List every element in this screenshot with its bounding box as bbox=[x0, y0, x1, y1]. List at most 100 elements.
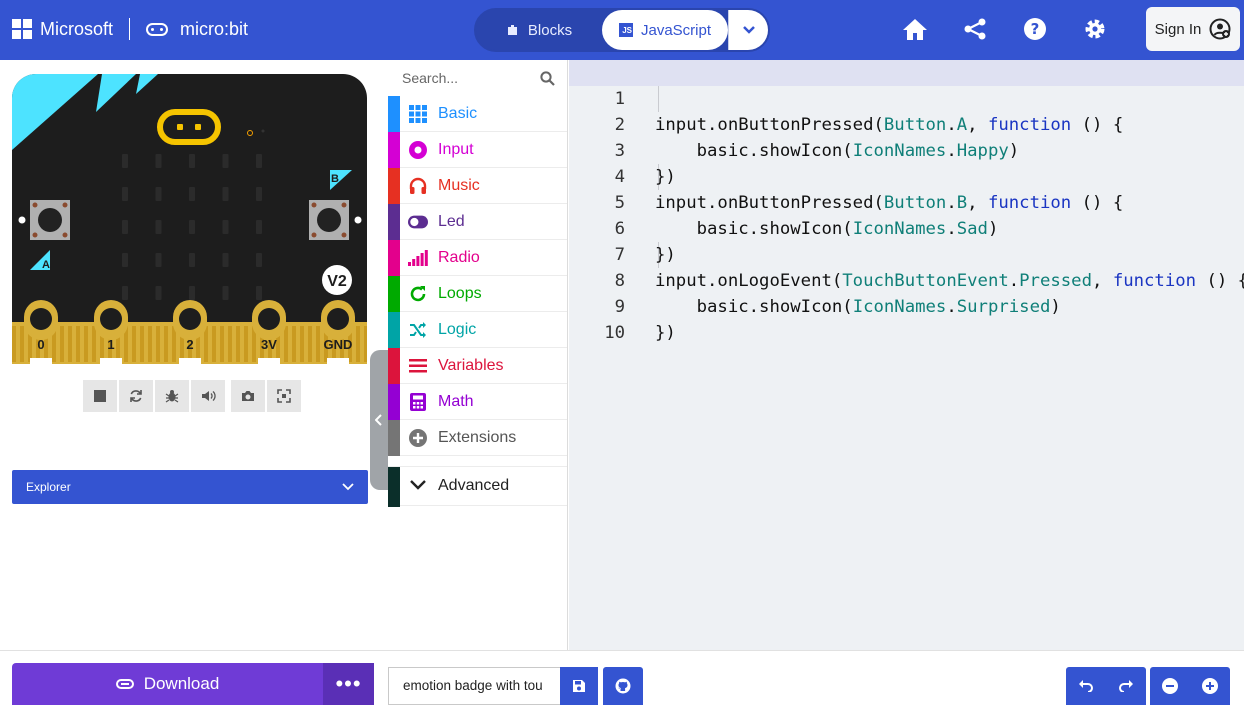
microbit-logo-icon bbox=[146, 22, 169, 36]
brand[interactable]: Microsoft micro:bit bbox=[12, 18, 248, 40]
loop-icon bbox=[408, 284, 428, 304]
debug-button[interactable] bbox=[155, 380, 189, 412]
category-basic[interactable]: Basic bbox=[388, 96, 567, 132]
code-text: }) bbox=[655, 323, 676, 343]
led-pixel bbox=[256, 187, 262, 201]
editor-mode-toggle: Blocks JS JavaScript bbox=[474, 8, 770, 52]
pin-pad[interactable] bbox=[252, 300, 286, 340]
share-button[interactable] bbox=[960, 14, 990, 44]
save-button[interactable] bbox=[560, 667, 598, 705]
download-options-button[interactable]: ••• bbox=[323, 663, 374, 705]
led-pixel bbox=[189, 220, 195, 234]
code-line[interactable]: 6 }) bbox=[569, 190, 1244, 265]
blocks-mode-button[interactable]: Blocks bbox=[476, 10, 602, 50]
led-pixel bbox=[155, 286, 162, 300]
header-actions: ? bbox=[900, 14, 1110, 44]
code-line[interactable]: 5 basic.showIcon(IconNames.Sad) bbox=[569, 164, 1244, 239]
code-line[interactable]: 4 input.onButtonPressed(Button.B, functi… bbox=[569, 138, 1244, 213]
code-line[interactable]: 2 basic.showIcon(IconNames.Happy) bbox=[569, 86, 1244, 161]
settings-button[interactable] bbox=[1080, 14, 1110, 44]
download-button[interactable]: Download bbox=[12, 663, 323, 705]
category-label: Led bbox=[438, 212, 465, 230]
chevron-left-icon bbox=[375, 414, 382, 426]
save-icon bbox=[573, 680, 585, 692]
code-line[interactable]: 9 }) bbox=[569, 268, 1244, 343]
pin-pad[interactable] bbox=[173, 300, 207, 340]
category-logic[interactable]: Logic bbox=[388, 312, 567, 348]
usb-link-icon bbox=[115, 679, 134, 689]
top-bar: Microsoft micro:bit Blocks JS JavaScript… bbox=[0, 0, 1244, 60]
pin-pad[interactable] bbox=[94, 300, 128, 340]
product-name: micro:bit bbox=[180, 18, 249, 39]
bottom-bar: Download ••• emotion badge with tou bbox=[0, 650, 1244, 705]
category-color-bar bbox=[388, 467, 400, 507]
javascript-icon: JS bbox=[618, 23, 633, 37]
led-pixel bbox=[189, 154, 195, 168]
collapse-simulator-button[interactable] bbox=[370, 350, 388, 490]
zoom-out-icon[interactable] bbox=[1162, 678, 1178, 694]
home-button[interactable] bbox=[900, 14, 930, 44]
chevron-down-icon bbox=[408, 475, 428, 495]
code-line[interactable]: 1 input.onButtonPressed(Button.A, functi… bbox=[569, 60, 1244, 135]
help-button[interactable]: ? bbox=[1020, 14, 1050, 44]
category-label: Logic bbox=[438, 320, 477, 338]
redo-icon[interactable] bbox=[1119, 680, 1133, 692]
category-label: Advanced bbox=[438, 477, 510, 494]
search-input[interactable]: Search... bbox=[402, 70, 458, 86]
sign-in-button[interactable]: Sign In bbox=[1146, 7, 1240, 51]
zoom-in-icon[interactable] bbox=[1202, 678, 1218, 694]
category-label: Basic bbox=[438, 104, 478, 122]
code-line[interactable]: 7 input.onLogoEvent(TouchButtonEvent.Pre… bbox=[569, 216, 1244, 291]
category-radio[interactable]: Radio bbox=[388, 240, 567, 276]
explorer-dropdown[interactable]: Explorer bbox=[12, 470, 368, 504]
stop-button[interactable] bbox=[83, 380, 117, 412]
explorer-label: Explorer bbox=[26, 480, 71, 494]
category-advanced[interactable]: Advanced bbox=[388, 466, 567, 507]
stop-icon bbox=[94, 390, 106, 402]
led-pixel bbox=[122, 253, 128, 267]
category-color-bar bbox=[388, 204, 400, 240]
toolbox-search[interactable]: Search... bbox=[388, 60, 567, 96]
microbit-board[interactable]: A B V2 0 1 2 3V GND bbox=[12, 74, 367, 364]
restart-icon bbox=[130, 390, 142, 402]
download-label: Download bbox=[143, 674, 220, 693]
shuffle-icon bbox=[408, 320, 428, 340]
category-variables[interactable]: Variables bbox=[388, 348, 567, 384]
led-pixel bbox=[222, 187, 229, 201]
undo-icon[interactable] bbox=[1079, 680, 1093, 692]
category-input[interactable]: Input bbox=[388, 132, 567, 168]
sound-icon bbox=[201, 391, 216, 401]
category-music[interactable]: Music bbox=[388, 168, 567, 204]
toggle-icon bbox=[408, 212, 428, 232]
restart-button[interactable] bbox=[119, 380, 153, 412]
category-label: Extensions bbox=[438, 428, 517, 446]
category-led[interactable]: Led bbox=[388, 204, 567, 240]
mute-button[interactable] bbox=[191, 380, 225, 412]
signal-icon bbox=[408, 248, 428, 268]
toolbox: Search... Basic Input Music Led Radio Lo… bbox=[388, 60, 568, 650]
language-dropdown-button[interactable] bbox=[728, 10, 768, 50]
led-pixel bbox=[122, 220, 128, 234]
category-color-bar bbox=[388, 420, 400, 456]
github-icon bbox=[615, 678, 631, 694]
led-pixel bbox=[222, 253, 229, 267]
sign-in-label: Sign In bbox=[1154, 20, 1202, 38]
screenshot-button[interactable] bbox=[231, 380, 265, 412]
project-name-input[interactable]: emotion badge with tou bbox=[388, 667, 560, 705]
category-extensions[interactable]: Extensions bbox=[388, 420, 567, 456]
fullscreen-button[interactable] bbox=[267, 380, 301, 412]
blocks-mode-label: Blocks bbox=[527, 21, 573, 39]
github-button[interactable] bbox=[603, 667, 643, 705]
pin-pad[interactable] bbox=[321, 300, 355, 340]
calculator-icon bbox=[408, 392, 428, 412]
category-loops[interactable]: Loops bbox=[388, 276, 567, 312]
category-math[interactable]: Math bbox=[388, 384, 567, 420]
brand-name: Microsoft bbox=[40, 18, 114, 39]
camera-icon bbox=[242, 391, 254, 401]
code-line[interactable]: 3 }) bbox=[569, 112, 1244, 187]
pin-pad[interactable] bbox=[24, 300, 58, 340]
javascript-mode-button[interactable]: JS JavaScript bbox=[602, 10, 728, 50]
code-line[interactable]: 10 bbox=[569, 294, 1244, 343]
code-line[interactable]: 8 basic.showIcon(IconNames.Surprised) bbox=[569, 242, 1244, 317]
code-editor[interactable]: 1 input.onButtonPressed(Button.A, functi… bbox=[569, 60, 1244, 650]
